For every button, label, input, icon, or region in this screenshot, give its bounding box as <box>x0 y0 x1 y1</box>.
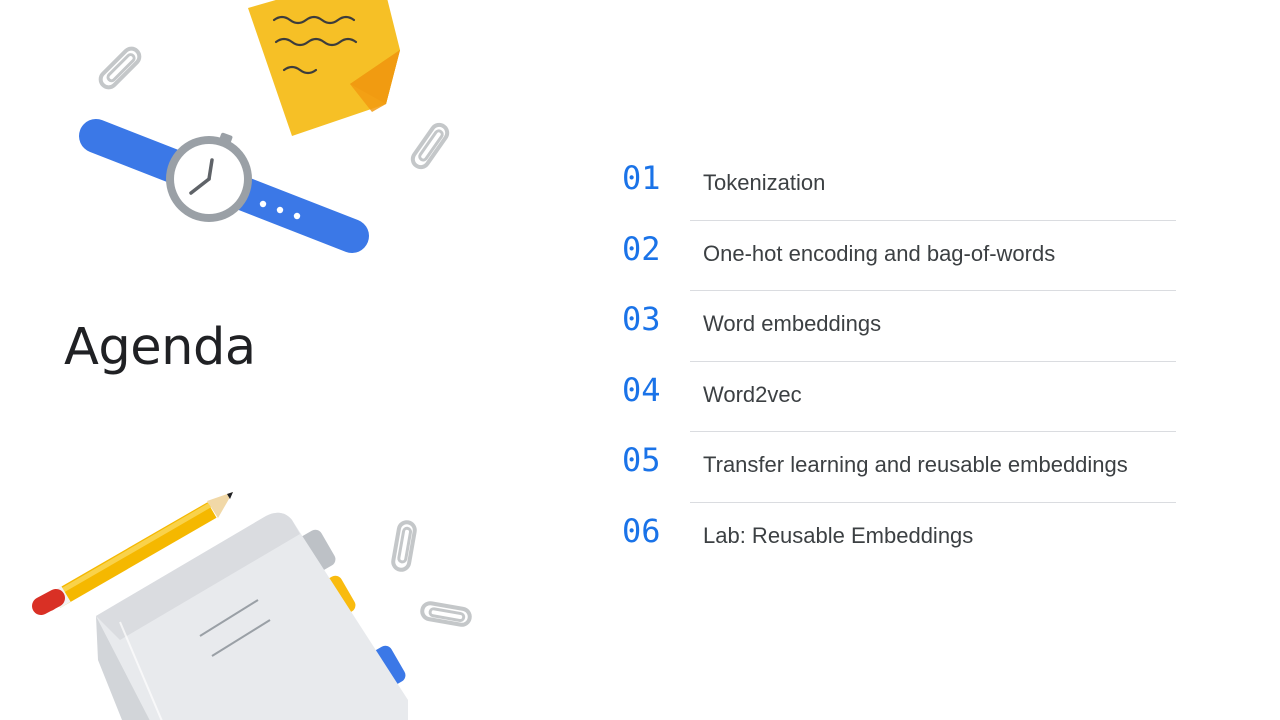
agenda-label: Lab: Reusable Embeddings <box>703 522 974 548</box>
agenda-label: One-hot encoding and bag-of-words <box>703 240 1056 266</box>
agenda-number: 03 <box>622 300 661 339</box>
paperclip-icon <box>98 46 142 90</box>
agenda-number: 06 <box>622 511 661 550</box>
agenda-label: Tokenization <box>703 170 826 195</box>
paperclip-icon <box>420 601 472 627</box>
agenda-item: 05 Transfer learning and reusable embedd… <box>622 432 1176 503</box>
agenda-item: 01 Tokenization <box>622 150 1176 221</box>
slide: Agenda 01 Tokenization 02 One-hot encodi… <box>0 0 1280 720</box>
sticky-note-icon <box>248 0 400 136</box>
agenda-label: Word2vec <box>703 381 802 407</box>
agenda-number: 05 <box>622 441 661 480</box>
agenda-number: 01 <box>622 159 661 197</box>
agenda-item: 06 Lab: Reusable Embeddings <box>622 503 1176 574</box>
page-title: Agenda <box>64 318 256 377</box>
agenda-number: 04 <box>622 370 661 409</box>
agenda-label: Word embeddings <box>703 311 882 337</box>
agenda-number: 02 <box>622 229 661 268</box>
agenda-item: 03 Word embeddings <box>622 291 1176 362</box>
agenda-list: 01 Tokenization 02 One-hot encoding and … <box>622 150 1176 574</box>
wristwatch-icon <box>79 119 369 253</box>
agenda-label: Transfer learning and reusable embedding… <box>703 452 1128 478</box>
agenda-item: 04 Word2vec <box>622 362 1176 433</box>
paperclip-icon <box>410 122 450 170</box>
paperclip-icon <box>391 520 417 572</box>
agenda-item: 02 One-hot encoding and bag-of-words <box>622 221 1176 292</box>
